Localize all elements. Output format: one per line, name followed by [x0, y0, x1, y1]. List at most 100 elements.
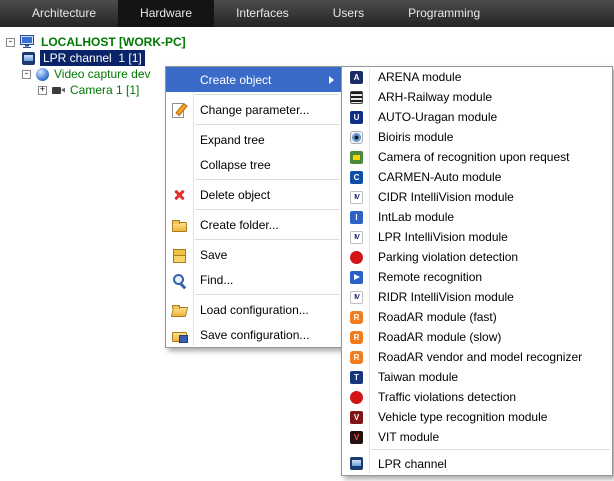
submenu-item-parking-violation-detection[interactable]: Parking violation detection: [342, 247, 612, 267]
menu-tab-programming[interactable]: Programming: [386, 0, 502, 27]
menu-item-label: Collapse tree: [200, 158, 271, 172]
submenu-item-vehicle-type-recognition-module[interactable]: Vehicle type recognition module: [342, 407, 612, 427]
submenu-item-taiwan-module[interactable]: Taiwan module: [342, 367, 612, 387]
magnifier-icon: [171, 272, 187, 288]
roadar-module-icon: [350, 311, 363, 324]
save-icon: [171, 247, 187, 263]
arena-module-icon: [350, 71, 363, 84]
menu-item-label: Save configuration...: [200, 328, 309, 342]
carmen-auto-module-icon: [350, 171, 363, 184]
tree-item-localhost[interactable]: - LOCALHOST [WORK-PC]: [0, 34, 614, 50]
menu-item-label: AUTO-Uragan module: [378, 110, 497, 124]
parking-violation-icon: [350, 251, 363, 264]
application-window: Architecture Hardware Interfaces Users P…: [0, 0, 614, 481]
menu-item-label: LPR channel: [378, 457, 447, 471]
menu-item-label: Create object: [200, 73, 271, 87]
lpr-channel-icon: [350, 457, 363, 470]
submenu-item-intlab-module[interactable]: IntLab module: [342, 207, 612, 227]
submenu-item-remote-recognition[interactable]: Remote recognition: [342, 267, 612, 287]
menu-separator: [195, 209, 339, 210]
submenu-item-bioiris-module[interactable]: Bioiris module: [342, 127, 612, 147]
submenu-item-roadar-vendor-model-recognizer[interactable]: RoadAR vendor and model recognizer: [342, 347, 612, 367]
menu-item-label: IntLab module: [378, 210, 454, 224]
submenu-arrow-icon: [329, 76, 334, 84]
menu-item-label: CARMEN-Auto module: [378, 170, 501, 184]
ridr-intellivision-module-icon: [350, 291, 363, 304]
tree-item-label: LPR channel 1 [1]: [40, 50, 145, 66]
menu-item-label: ARH-Railway module: [378, 90, 492, 104]
menu-tab-interfaces[interactable]: Interfaces: [214, 0, 311, 27]
menu-item-find[interactable]: Find...: [166, 267, 341, 292]
menu-item-save[interactable]: Save: [166, 242, 341, 267]
menu-item-label: RIDR IntelliVision module: [378, 290, 514, 304]
menu-item-label: ARENA module: [378, 70, 461, 84]
taiwan-module-icon: [350, 371, 363, 384]
open-folder-icon: [171, 302, 187, 318]
menu-item-label: RoadAR module (fast): [378, 310, 497, 324]
menu-item-label: Change parameter...: [200, 103, 309, 117]
submenu-item-auto-uragan-module[interactable]: AUTO-Uragan module: [342, 107, 612, 127]
vehicle-type-recognition-icon: [350, 411, 363, 424]
collapse-toggle-icon[interactable]: -: [6, 38, 15, 47]
submenu-item-arena-module[interactable]: ARENA module: [342, 67, 612, 87]
menu-tab-architecture[interactable]: Architecture: [10, 0, 118, 27]
collapse-toggle-icon[interactable]: -: [22, 70, 31, 79]
roadar-module-icon: [350, 351, 363, 364]
submenu-item-roadar-module-fast[interactable]: RoadAR module (fast): [342, 307, 612, 327]
submenu-item-camera-recognition-request[interactable]: Camera of recognition upon request: [342, 147, 612, 167]
cidr-intellivision-module-icon: [350, 191, 363, 204]
menu-item-label: Load configuration...: [200, 303, 309, 317]
arh-railway-module-icon: [350, 91, 363, 104]
context-menu: Create object Change parameter... Expand…: [165, 66, 342, 348]
traffic-violations-icon: [350, 391, 363, 404]
submenu-item-carmen-auto-module[interactable]: CARMEN-Auto module: [342, 167, 612, 187]
tree-item-label: Camera 1 [1]: [70, 83, 139, 97]
menu-item-delete-object[interactable]: Delete object: [166, 182, 341, 207]
menu-item-label: Vehicle type recognition module: [378, 410, 547, 424]
intlab-module-icon: [350, 211, 363, 224]
menu-item-label: Remote recognition: [378, 270, 482, 284]
create-object-submenu: ARENA module ARH-Railway module AUTO-Ura…: [341, 66, 613, 476]
menu-item-create-folder[interactable]: Create folder...: [166, 212, 341, 237]
menu-tab-users[interactable]: Users: [311, 0, 386, 27]
submenu-item-cidr-intellivision-module[interactable]: CIDR IntelliVision module: [342, 187, 612, 207]
menu-item-label: Save: [200, 248, 227, 262]
remote-recognition-icon: [350, 271, 363, 284]
menu-separator: [195, 124, 339, 125]
main-menubar: Architecture Hardware Interfaces Users P…: [0, 0, 614, 27]
submenu-item-traffic-violations-detection[interactable]: Traffic violations detection: [342, 387, 612, 407]
submenu-item-lpr-channel[interactable]: LPR channel: [342, 452, 612, 475]
auto-uragan-module-icon: [350, 111, 363, 124]
camera-recognition-request-icon: [350, 151, 363, 164]
submenu-item-ridr-intellivision-module[interactable]: RIDR IntelliVision module: [342, 287, 612, 307]
roadar-module-icon: [350, 331, 363, 344]
menu-separator: [195, 179, 339, 180]
menu-tab-hardware[interactable]: Hardware: [118, 0, 214, 27]
camera-icon: [52, 84, 65, 97]
lpr-intellivision-module-icon: [350, 231, 363, 244]
tree-item-label: Video capture dev: [54, 67, 151, 81]
menu-item-label: Traffic violations detection: [378, 390, 516, 404]
menu-item-expand-tree[interactable]: Expand tree: [166, 127, 341, 152]
submenu-item-roadar-module-slow[interactable]: RoadAR module (slow): [342, 327, 612, 347]
tree-item-lpr-channel[interactable]: LPR channel 1 [1]: [0, 50, 614, 66]
submenu-item-vit-module[interactable]: VIT module: [342, 427, 612, 447]
menu-item-label: Expand tree: [200, 133, 265, 147]
menu-item-create-object[interactable]: Create object: [166, 67, 341, 92]
expand-toggle-icon[interactable]: +: [38, 86, 47, 95]
menu-item-label: Parking violation detection: [378, 250, 518, 264]
menu-item-label: RoadAR module (slow): [378, 330, 501, 344]
video-capture-device-icon: [36, 68, 49, 81]
submenu-item-lpr-intellivision-module[interactable]: LPR IntelliVision module: [342, 227, 612, 247]
menu-item-label: RoadAR vendor and model recognizer: [378, 350, 582, 364]
menu-item-label: Delete object: [200, 188, 270, 202]
menu-item-change-parameter[interactable]: Change parameter...: [166, 97, 341, 122]
menu-item-label: Bioiris module: [378, 130, 453, 144]
menu-item-collapse-tree[interactable]: Collapse tree: [166, 152, 341, 177]
menu-item-save-configuration[interactable]: Save configuration...: [166, 322, 341, 347]
menu-item-load-configuration[interactable]: Load configuration...: [166, 297, 341, 322]
lpr-channel-icon: [22, 52, 35, 65]
menu-separator: [195, 239, 339, 240]
tree-item-label: LOCALHOST [WORK-PC]: [41, 35, 186, 49]
submenu-item-arh-railway-module[interactable]: ARH-Railway module: [342, 87, 612, 107]
